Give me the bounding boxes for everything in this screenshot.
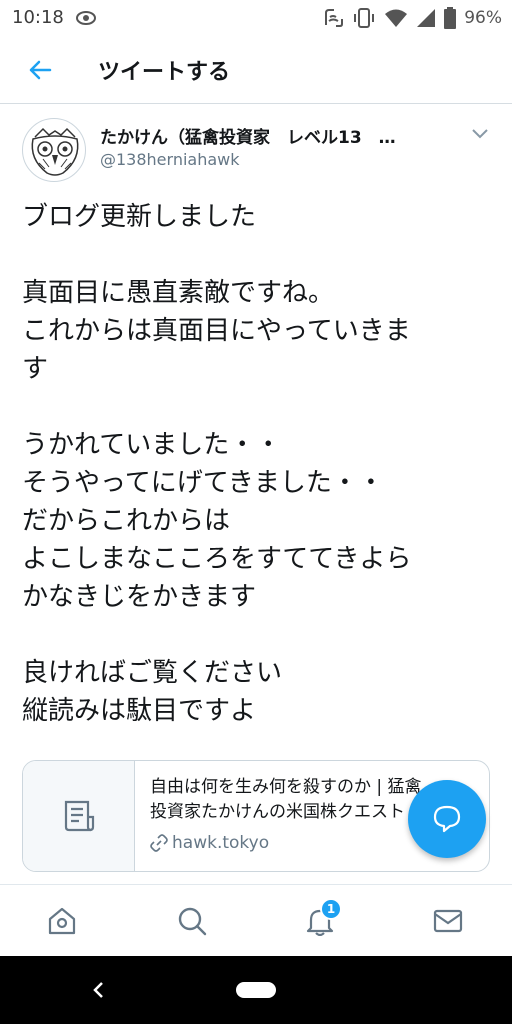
tweet-line: かなきじをかきます — [22, 582, 257, 612]
nav-search[interactable] — [172, 903, 212, 939]
system-nav-bar — [0, 956, 512, 1024]
article-icon — [64, 800, 94, 832]
back-button[interactable] — [16, 50, 64, 90]
status-icons: 96% — [322, 6, 502, 30]
status-time: 10:18 — [12, 7, 64, 28]
page-title: ツイートする — [98, 60, 231, 85]
tweet-line: ブログ更新しました — [22, 202, 257, 232]
tweet-text: ブログ更新しました 真面目に愚直素敵ですね。 これからは真面目にやっていきま す… — [22, 198, 492, 730]
arrow-left-icon — [29, 60, 52, 80]
battery-icon — [444, 7, 457, 29]
owl-avatar-icon — [31, 127, 79, 176]
avatar[interactable] — [22, 118, 86, 182]
status-bar: 10:18 96% — [0, 0, 512, 36]
more-options-button[interactable] — [464, 122, 496, 146]
search-icon — [178, 907, 207, 936]
chevron-down-icon — [472, 129, 488, 139]
compose-reply-button[interactable] — [408, 780, 486, 858]
user-handle[interactable]: @138herniahawk — [100, 150, 240, 169]
wifi-icon — [385, 9, 408, 27]
eye-icon — [76, 11, 96, 25]
tweet-line: だからこれからは — [22, 506, 231, 536]
tweet-line: よこしまなこころをすててきよら — [22, 544, 412, 574]
system-home-pill[interactable] — [236, 982, 276, 998]
nav-messages[interactable] — [428, 903, 468, 939]
tweet-line: そうやってにげてきました・・ — [22, 468, 384, 498]
notifications-badge: 1 — [320, 898, 342, 920]
display-name[interactable]: たかけん（猛禽投資家 レベル13 … — [100, 123, 440, 148]
card-domain-text: hawk.tokyo — [172, 833, 270, 853]
bottom-nav: 1 — [0, 884, 512, 956]
vibrate-icon — [354, 8, 375, 28]
battery-percentage: 96% — [464, 8, 502, 28]
tweet-line: うかれていました・・ — [22, 430, 282, 460]
chevron-left-icon — [93, 982, 103, 998]
link-icon — [150, 834, 168, 852]
card-thumbnail — [23, 761, 135, 871]
tweet-line: す — [22, 354, 49, 384]
cell-signal-icon — [417, 9, 436, 27]
tweet-line: 真面目に愚直素敵ですね。 — [22, 278, 335, 308]
nav-home[interactable] — [42, 903, 82, 939]
envelope-icon — [433, 909, 463, 933]
tweet-line: 縦読みは駄目ですよ — [22, 696, 257, 726]
system-back-button[interactable] — [86, 976, 110, 1004]
nfc-icon — [325, 9, 344, 27]
tweet-line: 良ければご覧ください — [22, 658, 283, 688]
home-icon — [48, 907, 76, 935]
app-bar: ツイートする — [0, 36, 512, 104]
card-domain: hawk.tokyo — [150, 833, 269, 853]
speech-bubble-icon — [433, 805, 461, 833]
tweet-line: これからは真面目にやっていきま — [22, 316, 411, 346]
